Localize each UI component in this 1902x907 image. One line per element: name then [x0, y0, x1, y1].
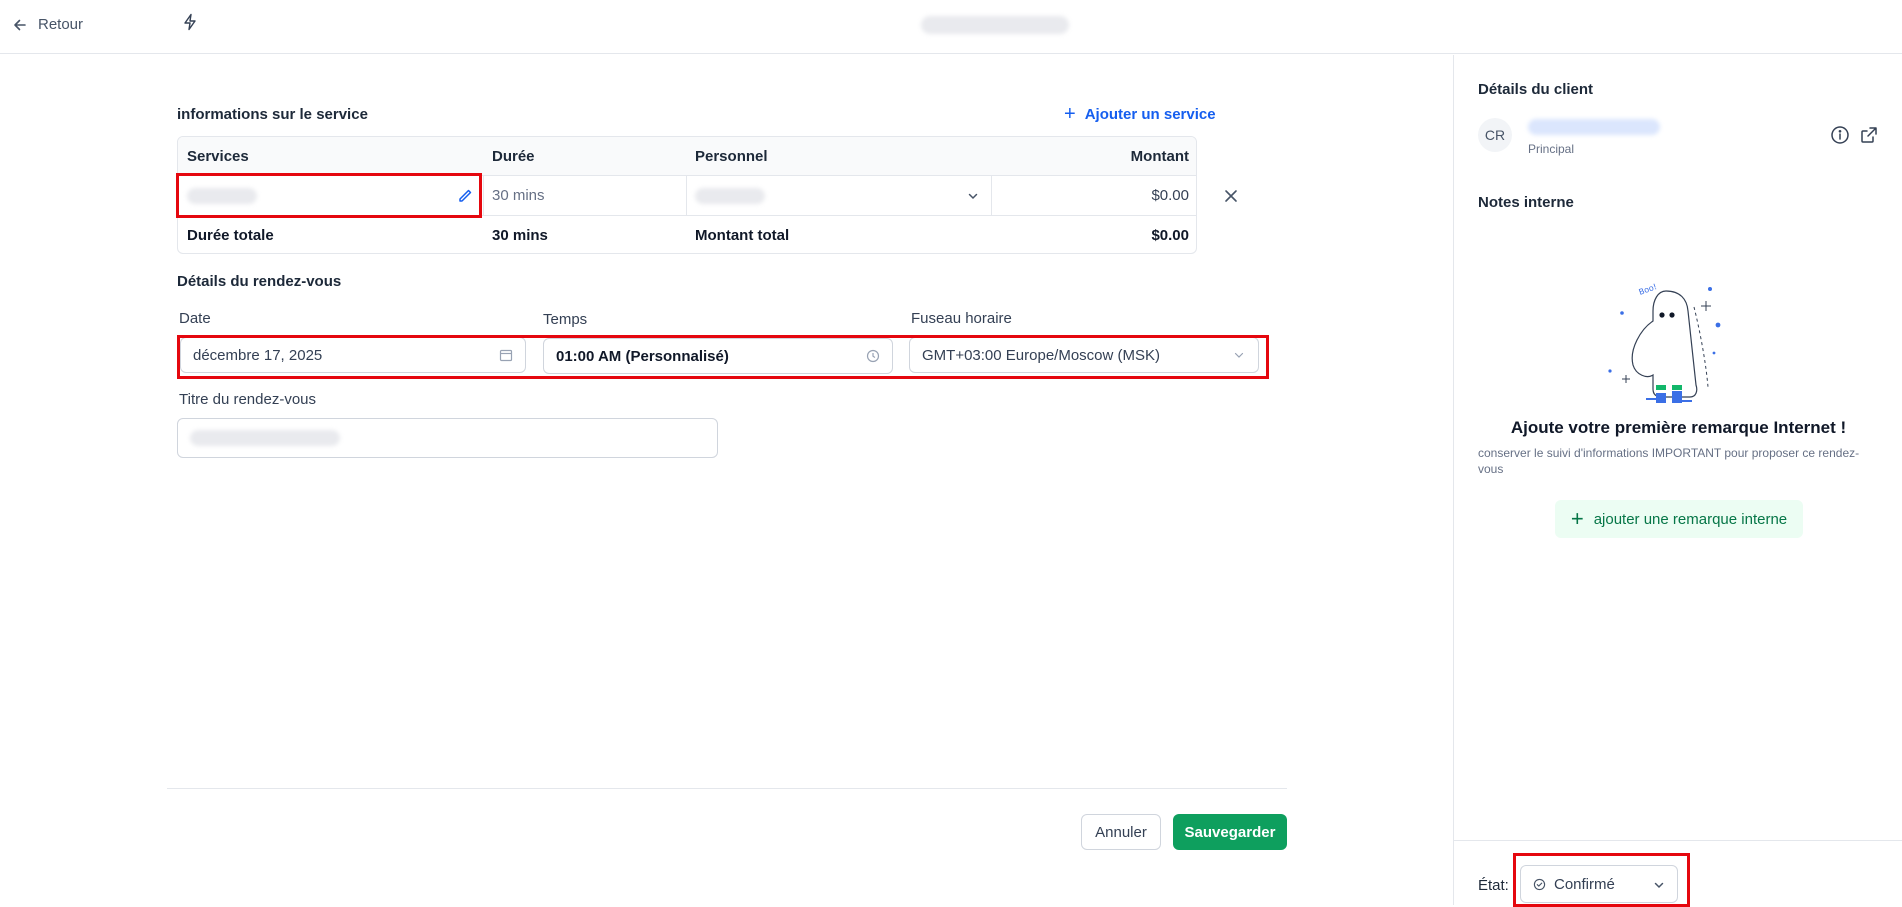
back-button[interactable]: Retour — [12, 16, 83, 33]
total-amount-label: Montant total — [695, 227, 790, 244]
add-service-label: Ajouter un service — [1084, 105, 1216, 123]
calendar-icon — [499, 349, 513, 362]
status-value: Confirmé — [1554, 875, 1615, 893]
plus-icon: + — [1570, 506, 1584, 531]
footer-divider — [167, 788, 1287, 789]
date-label: Date — [179, 310, 211, 327]
status-select[interactable]: Confirmé — [1520, 865, 1678, 903]
time-field[interactable]: 01:00 AM (Personnalisé) — [543, 338, 893, 374]
empty-notes-subtitle: conserver le suivi d'informations IMPORT… — [1478, 446, 1860, 476]
table-row: 30 mins $0.00 — [178, 176, 1196, 216]
column-header-staff: Personnel — [695, 147, 768, 165]
pencil-icon[interactable] — [457, 188, 473, 204]
avatar: CR — [1478, 118, 1512, 152]
appointment-title-redacted-value — [190, 430, 340, 446]
service-name-redacted — [187, 187, 257, 204]
appointment-title-input[interactable] — [177, 418, 718, 458]
clock-icon — [866, 349, 880, 363]
service-duration: 30 mins — [492, 187, 545, 204]
cancel-button[interactable]: Annuler — [1081, 814, 1161, 850]
timezone-select[interactable]: GMT+03:00 Europe/Moscow (MSK) — [909, 337, 1259, 373]
time-value: 01:00 AM (Personnalisé) — [556, 347, 729, 365]
column-header-services: Services — [187, 147, 249, 165]
status-label: État: — [1478, 877, 1509, 894]
internal-notes-title: Notes interne — [1478, 194, 1574, 211]
client-panel: Détails du client CR Principal Notes int… — [1453, 55, 1902, 907]
arrow-left-icon — [14, 19, 26, 30]
services-table: Services Durée Personnel Montant 30 mins… — [177, 136, 1197, 254]
chevron-down-icon — [968, 193, 978, 200]
save-button[interactable]: Sauvegarder — [1173, 814, 1287, 850]
svg-text:Boo!: Boo! — [1638, 282, 1658, 297]
check-circle-icon — [1533, 878, 1546, 890]
table-header: Services Durée Personnel Montant — [178, 137, 1196, 176]
date-field[interactable]: décembre 17, 2025 — [180, 337, 526, 373]
column-header-amount: Montant — [1130, 147, 1189, 165]
ghost-illustration: Boo! — [1608, 282, 1721, 403]
table-totals-row: Durée totale 30 mins Montant total $0.00 — [178, 216, 1196, 253]
chevron-down-icon — [1234, 352, 1244, 358]
add-service-button[interactable]: + Ajouter un service — [1064, 104, 1216, 124]
close-icon — [1225, 190, 1237, 202]
appointment-section-title: Détails du rendez-vous — [177, 273, 342, 290]
remove-service-button[interactable] — [1224, 186, 1238, 209]
service-section-title: informations sur le service — [177, 106, 368, 123]
total-duration-label: Durée totale — [187, 227, 274, 244]
staff-select[interactable] — [686, 176, 991, 215]
appointment-title-redacted — [921, 16, 1069, 34]
service-amount: $0.00 — [1151, 187, 1189, 204]
time-label: Temps — [543, 311, 588, 328]
timezone-value: GMT+03:00 Europe/Moscow (MSK) — [922, 346, 1161, 364]
appointment-title-label: Titre du rendez-vous — [179, 391, 317, 408]
add-internal-note-button[interactable]: + ajouter une remarque interne — [1555, 500, 1803, 538]
info-icon[interactable] — [1830, 125, 1850, 145]
client-name-redacted[interactable] — [1528, 119, 1660, 135]
empty-notes-title: Ajoute votre première remarque Internet … — [1510, 418, 1847, 437]
client-role: Principal — [1528, 142, 1575, 156]
staff-name-redacted — [695, 187, 765, 204]
total-amount-value: $0.00 — [1151, 227, 1189, 244]
status-bar: État: Confirmé — [1454, 840, 1902, 907]
timezone-label: Fuseau horaire — [911, 310, 1012, 327]
external-link-icon[interactable] — [1859, 125, 1879, 145]
plus-icon: + — [1064, 103, 1076, 125]
client-details-title: Détails du client — [1478, 81, 1594, 98]
top-bar: Retour — [0, 0, 1902, 54]
service-name-cell[interactable] — [178, 176, 483, 215]
add-note-label: ajouter une remarque interne — [1593, 510, 1788, 528]
chevron-down-icon — [1654, 882, 1664, 889]
back-label: Retour — [38, 16, 84, 33]
total-duration-value: 30 mins — [492, 227, 548, 244]
column-header-duration: Durée — [492, 147, 535, 165]
date-value: décembre 17, 2025 — [193, 346, 323, 364]
bolt-icon[interactable] — [182, 13, 198, 31]
